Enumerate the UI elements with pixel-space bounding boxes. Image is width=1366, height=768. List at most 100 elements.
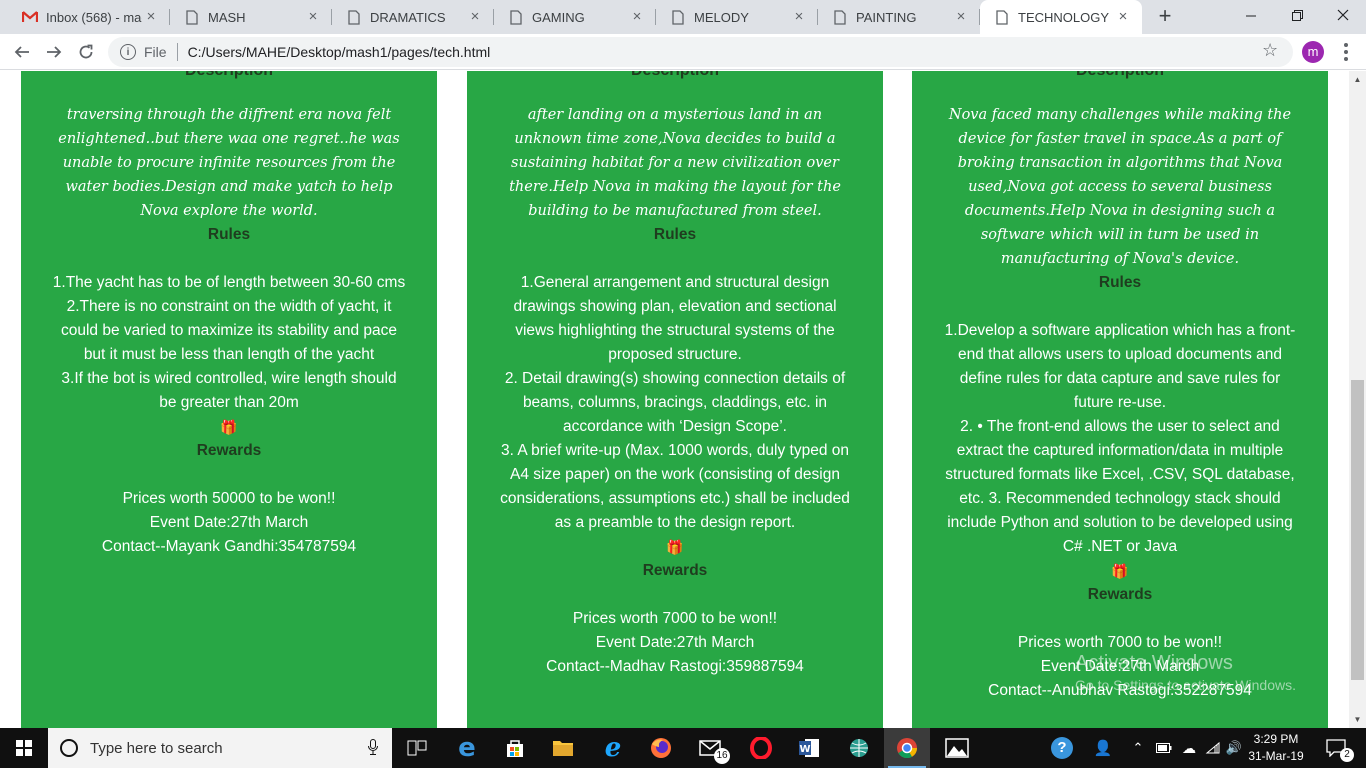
vertical-scrollbar[interactable]: ▲ ▼ bbox=[1349, 71, 1366, 728]
scroll-down-arrow-icon[interactable]: ▼ bbox=[1349, 711, 1366, 728]
volume-icon[interactable]: 🔊 bbox=[1224, 728, 1244, 768]
description-heading: Description bbox=[467, 71, 883, 83]
back-button[interactable] bbox=[10, 40, 34, 64]
opera-app[interactable] bbox=[738, 728, 784, 768]
close-icon[interactable]: × bbox=[954, 9, 968, 24]
clock-date: 31-Mar-19 bbox=[1248, 749, 1304, 763]
scroll-up-arrow-icon[interactable]: ▲ bbox=[1349, 71, 1366, 88]
tab-dramatics[interactable]: DRAMATICS × bbox=[332, 0, 494, 34]
bookmark-star-icon[interactable]: ☆ bbox=[1262, 40, 1278, 61]
tab-title: TECHNOLOGY bbox=[1018, 9, 1110, 25]
photos-icon bbox=[945, 738, 969, 758]
rule-item: 2. Detail drawing(s) showing connection … bbox=[504, 370, 846, 435]
contact-info: Contact--Mayank Gandhi:354787594 bbox=[101, 538, 357, 555]
show-hidden-icons-chevron-icon[interactable]: ⌃ bbox=[1128, 728, 1148, 768]
rules-list: 1.Develop a software application which h… bbox=[942, 319, 1298, 559]
tab-title: MELODY bbox=[694, 9, 749, 25]
tab-title: GAMING bbox=[532, 9, 585, 25]
page-icon bbox=[832, 9, 848, 25]
start-button[interactable] bbox=[0, 728, 48, 768]
network-app[interactable] bbox=[836, 728, 882, 768]
word-app[interactable]: W bbox=[786, 728, 832, 768]
tab-gmail-inbox[interactable]: Inbox (568) - mad × bbox=[8, 0, 170, 34]
browser-tab-strip: Inbox (568) - mad × MASH × DRAMATICS × G… bbox=[0, 0, 1366, 34]
edge-app[interactable]: e bbox=[444, 728, 490, 768]
gift-icon: 🎁 bbox=[666, 539, 684, 555]
taskbar-search-box[interactable]: Type here to search bbox=[48, 728, 392, 768]
back-arrow-icon bbox=[14, 46, 29, 58]
file-explorer-app[interactable] bbox=[540, 728, 586, 768]
close-icon[interactable]: × bbox=[144, 9, 158, 24]
browser-toolbar: i File C:/Users/MAHE/Desktop/mash1/pages… bbox=[0, 34, 1366, 70]
task-view-icon bbox=[407, 740, 427, 756]
new-tab-button[interactable]: + bbox=[1153, 5, 1177, 29]
mail-app[interactable]: 16 bbox=[688, 728, 734, 768]
rules-list: 1.The yacht has to be of length between … bbox=[51, 271, 407, 415]
contact-info: Contact--Madhav Rastogi:359887594 bbox=[546, 658, 804, 675]
tab-gaming[interactable]: GAMING × bbox=[494, 0, 656, 34]
edge-icon: e bbox=[458, 733, 476, 763]
microphone-icon[interactable] bbox=[368, 739, 378, 758]
tab-mash[interactable]: MASH × bbox=[170, 0, 332, 34]
windows-taskbar: Type here to search e e 16 W ? 👤 ⌃ ☁ 🔊 3… bbox=[0, 728, 1366, 768]
tab-title: Inbox (568) - mad bbox=[46, 9, 142, 25]
sync-tray-icon[interactable]: ☁ bbox=[1178, 728, 1200, 768]
internet-explorer-icon: e bbox=[604, 733, 622, 763]
rewards-title: Rewards bbox=[642, 562, 708, 579]
rule-item: 2.There is no constraint on the width of… bbox=[61, 298, 397, 363]
tab-melody[interactable]: MELODY × bbox=[656, 0, 818, 34]
tab-technology[interactable]: TECHNOLOGY × bbox=[980, 0, 1142, 34]
page-viewport: Description traversing through the diffr… bbox=[0, 71, 1349, 728]
tab-title: PAINTING bbox=[856, 9, 917, 25]
gmail-icon bbox=[22, 9, 38, 25]
forward-button[interactable] bbox=[42, 40, 66, 64]
profile-avatar[interactable]: m bbox=[1302, 41, 1324, 63]
internet-explorer-app[interactable]: e bbox=[590, 728, 636, 768]
close-icon[interactable]: × bbox=[306, 9, 320, 24]
store-icon bbox=[507, 740, 523, 757]
scrollbar-thumb[interactable] bbox=[1351, 380, 1364, 680]
address-bar[interactable]: i File C:/Users/MAHE/Desktop/mash1/pages… bbox=[108, 37, 1293, 67]
event-description: Nova faced many challenges while making … bbox=[948, 107, 1292, 267]
network-globe-icon bbox=[850, 739, 868, 757]
opera-icon bbox=[750, 737, 772, 759]
photos-app[interactable] bbox=[934, 728, 980, 768]
close-icon[interactable]: × bbox=[1116, 9, 1130, 24]
watermark-subtitle: Go to Settings to activate Windows. bbox=[1075, 677, 1296, 693]
info-icon[interactable]: i bbox=[120, 44, 136, 60]
tab-title: MASH bbox=[208, 9, 246, 25]
rules-list: 1.General arrangement and structural des… bbox=[497, 271, 853, 535]
people-tray-icon[interactable]: 👤 bbox=[1088, 728, 1118, 768]
action-center-button[interactable]: 2 bbox=[1318, 728, 1354, 768]
url-text[interactable]: C:/Users/MAHE/Desktop/mash1/pages/tech.h… bbox=[188, 44, 491, 60]
reload-button[interactable] bbox=[74, 40, 98, 64]
gift-icon: 🎁 bbox=[220, 419, 238, 435]
rule-item: 3.If the bot is wired controlled, wire l… bbox=[61, 370, 397, 411]
prize-info: Prices worth 7000 to be won!! Event Date… bbox=[497, 607, 853, 679]
help-tray-icon[interactable]: ? bbox=[1044, 728, 1080, 768]
battery-icon[interactable] bbox=[1154, 728, 1174, 768]
browser-menu-icon[interactable] bbox=[1338, 41, 1354, 63]
firefox-app[interactable] bbox=[638, 728, 684, 768]
task-view-button[interactable] bbox=[394, 728, 440, 768]
store-app[interactable] bbox=[492, 728, 538, 768]
rule-item: 3. A brief write-up (Max. 1000 words, du… bbox=[500, 442, 850, 531]
chrome-icon bbox=[897, 738, 918, 759]
close-icon[interactable]: × bbox=[630, 9, 644, 24]
rule-item: 1.The yacht has to be of length between … bbox=[52, 274, 406, 291]
close-icon[interactable]: × bbox=[792, 9, 806, 24]
chrome-app[interactable] bbox=[884, 728, 930, 768]
wifi-icon[interactable] bbox=[1202, 728, 1224, 768]
prize-info: Prices worth 50000 to be won!! Event Dat… bbox=[51, 487, 407, 559]
system-clock[interactable]: 3:29 PM 31-Mar-19 bbox=[1244, 731, 1308, 765]
close-icon[interactable]: × bbox=[468, 9, 482, 24]
restore-button[interactable] bbox=[1274, 0, 1320, 30]
prize-text: Prices worth 50000 to be won!! bbox=[122, 490, 336, 507]
word-icon: W bbox=[799, 739, 819, 757]
page-icon bbox=[184, 9, 200, 25]
prize-text: Prices worth 7000 to be won!! bbox=[572, 610, 778, 627]
tab-painting[interactable]: PAINTING × bbox=[818, 0, 980, 34]
close-window-button[interactable] bbox=[1320, 0, 1366, 30]
activate-windows-watermark: Activate Windows Go to Settings to activ… bbox=[1075, 652, 1296, 696]
minimize-button[interactable] bbox=[1228, 0, 1274, 30]
